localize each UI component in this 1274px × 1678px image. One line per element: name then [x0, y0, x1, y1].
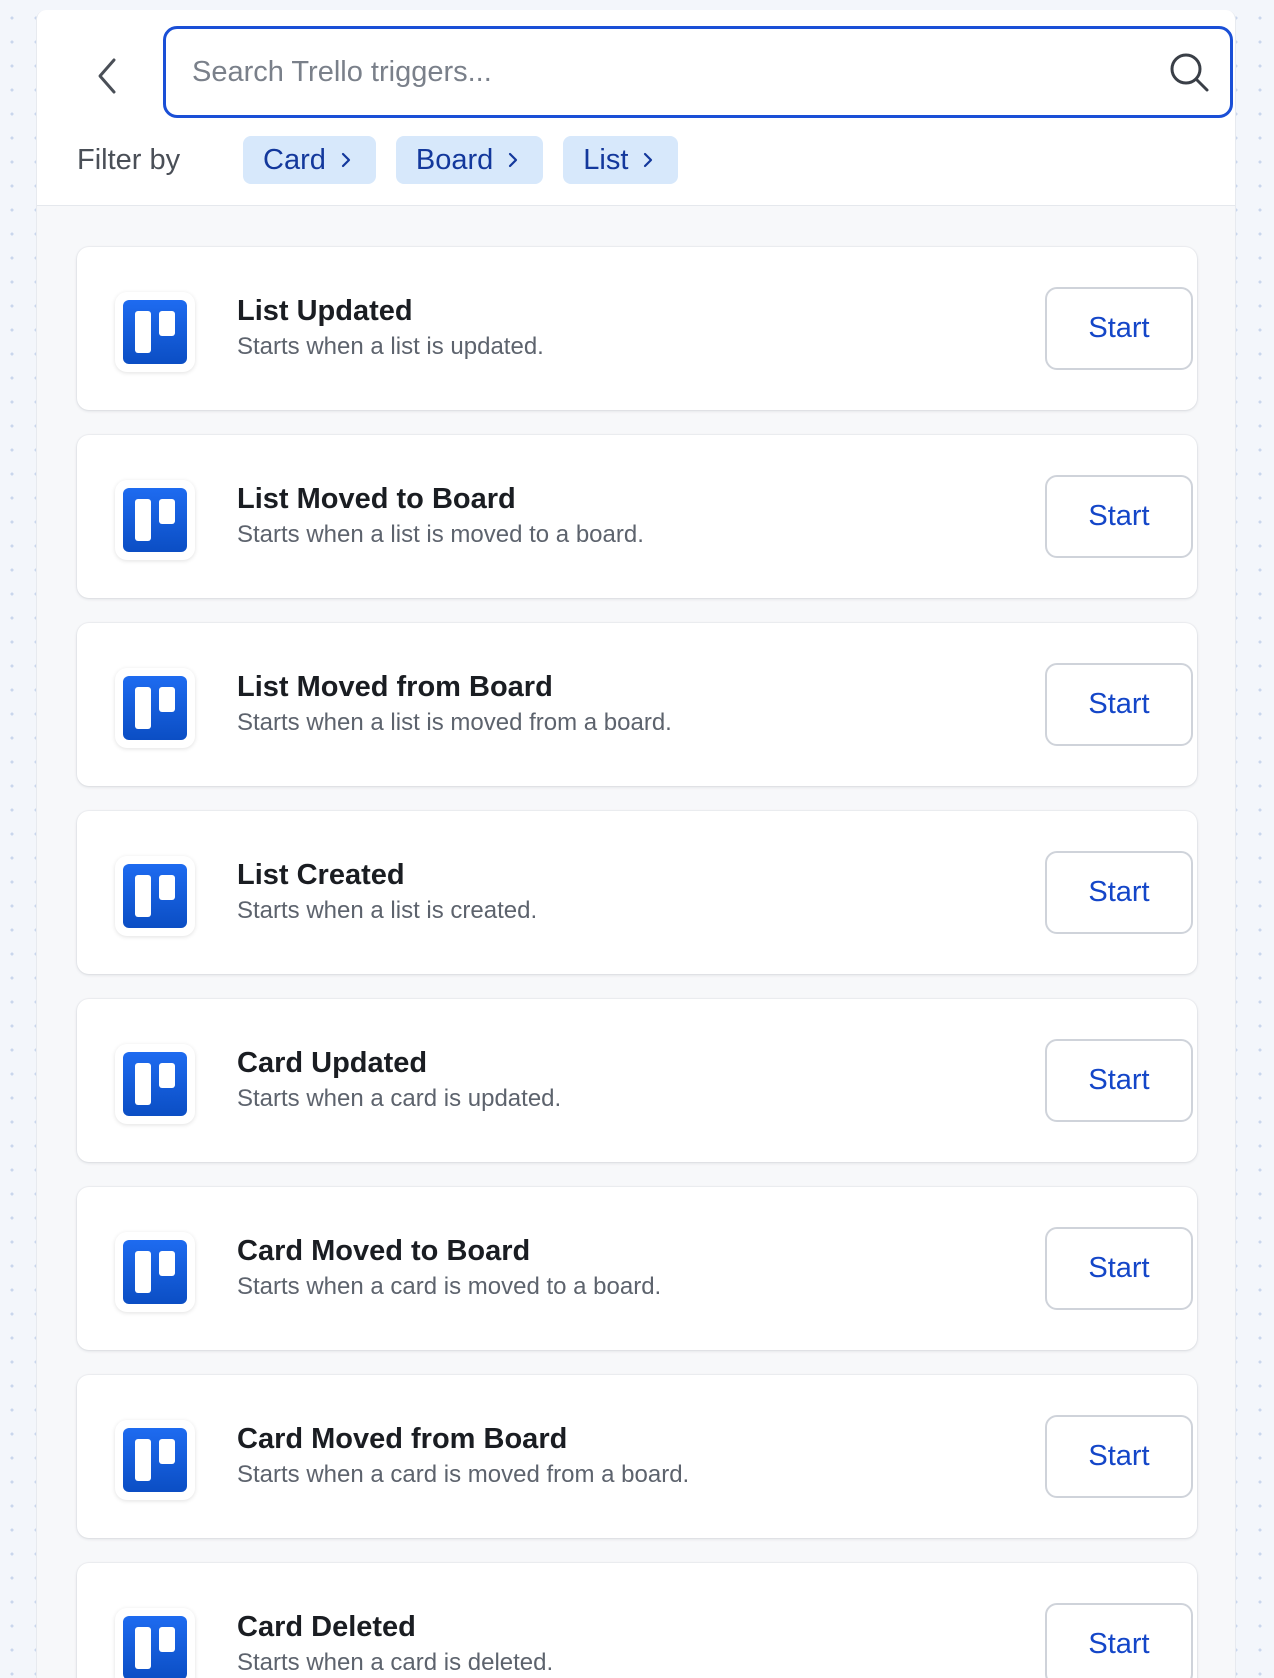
- start-button[interactable]: Start: [1045, 1039, 1193, 1122]
- trigger-title: Card Moved from Board: [237, 1423, 568, 1455]
- start-button[interactable]: Start: [1045, 475, 1193, 558]
- chevron-right-icon: [507, 150, 519, 170]
- trigger-description: Starts when a list is updated.: [237, 333, 544, 360]
- start-button[interactable]: Start: [1045, 287, 1193, 370]
- search-box[interactable]: [163, 26, 1233, 118]
- filter-label: Filter by: [77, 143, 181, 176]
- trigger-list: List Updated Starts when a list is update…: [77, 247, 1197, 1678]
- start-button[interactable]: Start: [1045, 851, 1193, 934]
- trigger-item[interactable]: Card Moved to Board Starts when a card is…: [77, 1187, 1197, 1350]
- back-button[interactable]: [85, 48, 129, 104]
- trigger-title: List Updated: [237, 295, 413, 327]
- trigger-item[interactable]: Card Moved from Board Starts when a card …: [77, 1375, 1197, 1538]
- start-button[interactable]: Start: [1045, 1415, 1193, 1498]
- picker-header: Filter by Card Board List: [37, 10, 1235, 206]
- trigger-picker-panel: Filter by Card Board List List Updated Star…: [36, 10, 1236, 1678]
- trigger-description: Starts when a list is moved to a board.: [237, 521, 644, 548]
- search-input[interactable]: [192, 55, 1166, 89]
- trigger-item[interactable]: List Updated Starts when a list is update…: [77, 247, 1197, 410]
- chevron-right-icon: [642, 150, 654, 170]
- trigger-item[interactable]: Card Updated Starts when a card is update…: [77, 999, 1197, 1162]
- trigger-description: Starts when a card is updated.: [237, 1085, 562, 1112]
- filter-chip-board[interactable]: Board: [395, 136, 544, 184]
- trigger-item[interactable]: List Created Starts when a list is create…: [77, 811, 1197, 974]
- filter-chips: Card Board List: [243, 136, 698, 184]
- filter-chip-card[interactable]: Card: [243, 136, 376, 184]
- filter-row: Filter by Card Board List: [77, 136, 698, 184]
- trello-logo-icon: [115, 292, 195, 372]
- trello-logo-icon: [115, 668, 195, 748]
- trello-logo-icon: [115, 480, 195, 560]
- start-button[interactable]: Start: [1045, 663, 1193, 746]
- chevron-left-icon: [98, 58, 116, 94]
- trigger-description: Starts when a list is created.: [237, 897, 538, 924]
- filter-chip-label: Board: [415, 143, 494, 176]
- trigger-title: Card Deleted: [237, 1611, 416, 1643]
- trigger-title: Card Updated: [237, 1047, 428, 1079]
- trello-logo-icon: [115, 856, 195, 936]
- trigger-description: Starts when a card is moved to a board.: [237, 1273, 662, 1300]
- start-button[interactable]: Start: [1045, 1227, 1193, 1310]
- filter-chip-list[interactable]: List: [563, 136, 679, 184]
- trello-logo-icon: [115, 1420, 195, 1500]
- trigger-item[interactable]: List Moved from Board Starts when a list …: [77, 623, 1197, 786]
- trello-logo-icon: [115, 1608, 195, 1678]
- trello-logo-icon: [115, 1232, 195, 1312]
- trello-logo-icon: [115, 1044, 195, 1124]
- trigger-item[interactable]: Card Deleted Starts when a card is delete…: [77, 1563, 1197, 1678]
- trigger-description: Starts when a list is moved from a board…: [237, 709, 672, 736]
- trigger-title: List Created: [237, 859, 405, 891]
- search-icon[interactable]: [1166, 49, 1212, 95]
- trigger-item[interactable]: List Moved to Board Starts when a list is…: [77, 435, 1197, 598]
- trigger-title: List Moved from Board: [237, 671, 553, 703]
- trigger-description: Starts when a card is deleted.: [237, 1649, 554, 1676]
- filter-chip-label: List: [583, 143, 629, 176]
- trigger-title: Card Moved to Board: [237, 1235, 531, 1267]
- filter-chip-label: Card: [263, 143, 326, 176]
- trigger-description: Starts when a card is moved from a board…: [237, 1461, 690, 1488]
- chevron-right-icon: [340, 150, 352, 170]
- start-button[interactable]: Start: [1045, 1603, 1193, 1678]
- trigger-title: List Moved to Board: [237, 483, 516, 515]
